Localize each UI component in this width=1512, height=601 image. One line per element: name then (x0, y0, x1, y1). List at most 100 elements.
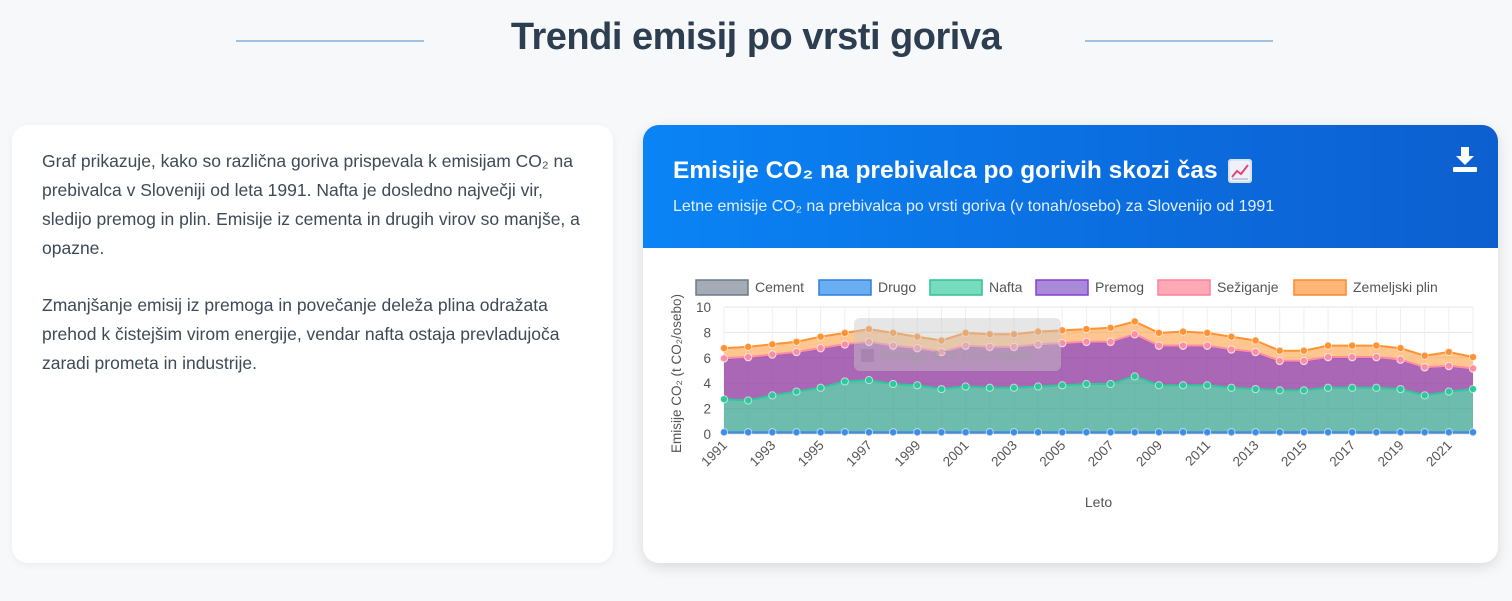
data-point (1130, 428, 1139, 437)
data-point (864, 428, 874, 437)
data-point (768, 350, 777, 359)
data-point (1299, 346, 1308, 355)
data-point (1203, 341, 1212, 350)
chart-card-subtitle: Letne emisije CO₂ na prebivalca po vrsti… (673, 198, 1275, 215)
data-point (1468, 364, 1478, 373)
legend-item-cement[interactable]: Cement (695, 279, 804, 296)
legend-swatch (1293, 279, 1347, 296)
data-point (816, 383, 825, 392)
data-point (1299, 356, 1308, 365)
x-tick-label: 2019 (1375, 438, 1407, 470)
x-tick-label: 2007 (1085, 438, 1117, 470)
legend-item-zemeljski plin[interactable]: Zemeljski plin (1293, 279, 1438, 296)
y-axis-label: Emisije CO₂ (t CO₂/osebo) (669, 294, 684, 453)
data-point (1396, 428, 1405, 437)
data-point (1348, 352, 1357, 362)
download-icon[interactable] (1452, 145, 1478, 173)
chart-increasing-icon (1227, 159, 1252, 183)
y-tick-label: 2 (703, 402, 711, 417)
section-title: Trendi emisij po vrsti goriva (510, 16, 1002, 58)
chart-tooltip: Premog: 2.78 t CO₂/osebo (854, 318, 1061, 371)
data-point (1420, 363, 1429, 372)
data-point (1372, 428, 1381, 437)
chart-card-title: Emisije CO₂ na prebivalca po gorivih sko… (673, 157, 1218, 184)
section-header: Trendi emisij po vrsti goriva (0, 0, 1512, 90)
data-point (1203, 328, 1212, 338)
x-tick-label: 2009 (1133, 438, 1165, 470)
data-point (1058, 381, 1067, 390)
data-point (816, 344, 825, 353)
x-axis-label: Leto (1085, 494, 1112, 510)
chart-card: Emisije CO₂ na prebivalca po gorivih sko… (643, 125, 1498, 563)
x-tick-label: 2013 (1230, 438, 1262, 470)
description-paragraph-2: Zmanjšanje emisij iz premoga in povečanj… (42, 295, 560, 373)
data-point (1178, 341, 1188, 350)
data-point (1372, 383, 1381, 392)
data-point (1420, 351, 1429, 360)
x-tick-label: 2005 (1037, 438, 1069, 470)
data-point (1154, 341, 1164, 350)
data-point (840, 340, 849, 349)
data-point (1372, 341, 1381, 350)
data-point (937, 384, 946, 394)
data-point (744, 342, 753, 351)
data-point (1275, 428, 1284, 437)
data-point (961, 428, 970, 437)
legend-swatch (695, 279, 749, 296)
tooltip-swatch (861, 349, 874, 362)
legend-swatch (929, 279, 983, 296)
data-point (768, 428, 777, 437)
data-point (1299, 428, 1308, 437)
data-point (1323, 428, 1333, 437)
data-point (1275, 356, 1284, 365)
data-point (1130, 330, 1139, 339)
data-point (985, 428, 994, 437)
data-point (1178, 428, 1188, 437)
data-point (1227, 428, 1236, 437)
data-point (913, 381, 922, 390)
data-point (792, 337, 801, 346)
data-point (792, 387, 801, 396)
data-point (744, 396, 753, 405)
legend-item-sežiganje[interactable]: Sežiganje (1157, 279, 1279, 296)
data-point (719, 344, 729, 353)
x-tick-label: 2021 (1423, 438, 1455, 470)
data-point (1082, 379, 1091, 389)
data-point (768, 340, 777, 349)
legend-item-drugo[interactable]: Drugo (818, 279, 916, 296)
x-tick-label: 2011 (1182, 438, 1213, 469)
data-point (1251, 336, 1260, 345)
data-point (719, 428, 729, 437)
data-point (1178, 381, 1188, 390)
data-point (1106, 323, 1115, 332)
data-point (1396, 355, 1405, 364)
data-point (1251, 384, 1260, 394)
data-point (1130, 372, 1139, 381)
x-tick-label: 2003 (988, 438, 1020, 470)
data-point (1396, 344, 1405, 353)
data-point (1444, 361, 1453, 371)
data-point (1468, 352, 1478, 362)
data-point (1444, 347, 1453, 357)
legend-swatch (818, 279, 872, 296)
legend-label: Premog (1095, 279, 1144, 295)
y-tick-label: 8 (703, 325, 711, 340)
data-point (1058, 428, 1067, 437)
data-point (1227, 332, 1236, 341)
x-tick-label: 1993 (747, 438, 779, 470)
data-point (744, 428, 753, 437)
data-point (1444, 428, 1453, 437)
data-point (1251, 428, 1260, 437)
data-point (1275, 346, 1284, 355)
chart-areas (724, 321, 1473, 434)
legend-item-premog[interactable]: Premog (1035, 279, 1144, 296)
legend-item-nafta[interactable]: Nafta (929, 279, 1023, 296)
y-tick-label: 6 (703, 351, 711, 366)
data-point (913, 428, 922, 437)
data-point (961, 382, 970, 391)
data-point (1033, 382, 1043, 391)
data-point (1106, 337, 1115, 346)
x-tick-label: 2017 (1326, 438, 1358, 470)
legend-label: Drugo (878, 279, 916, 295)
tooltip-text: Premog: 2.78 t CO₂/osebo (880, 348, 1032, 363)
